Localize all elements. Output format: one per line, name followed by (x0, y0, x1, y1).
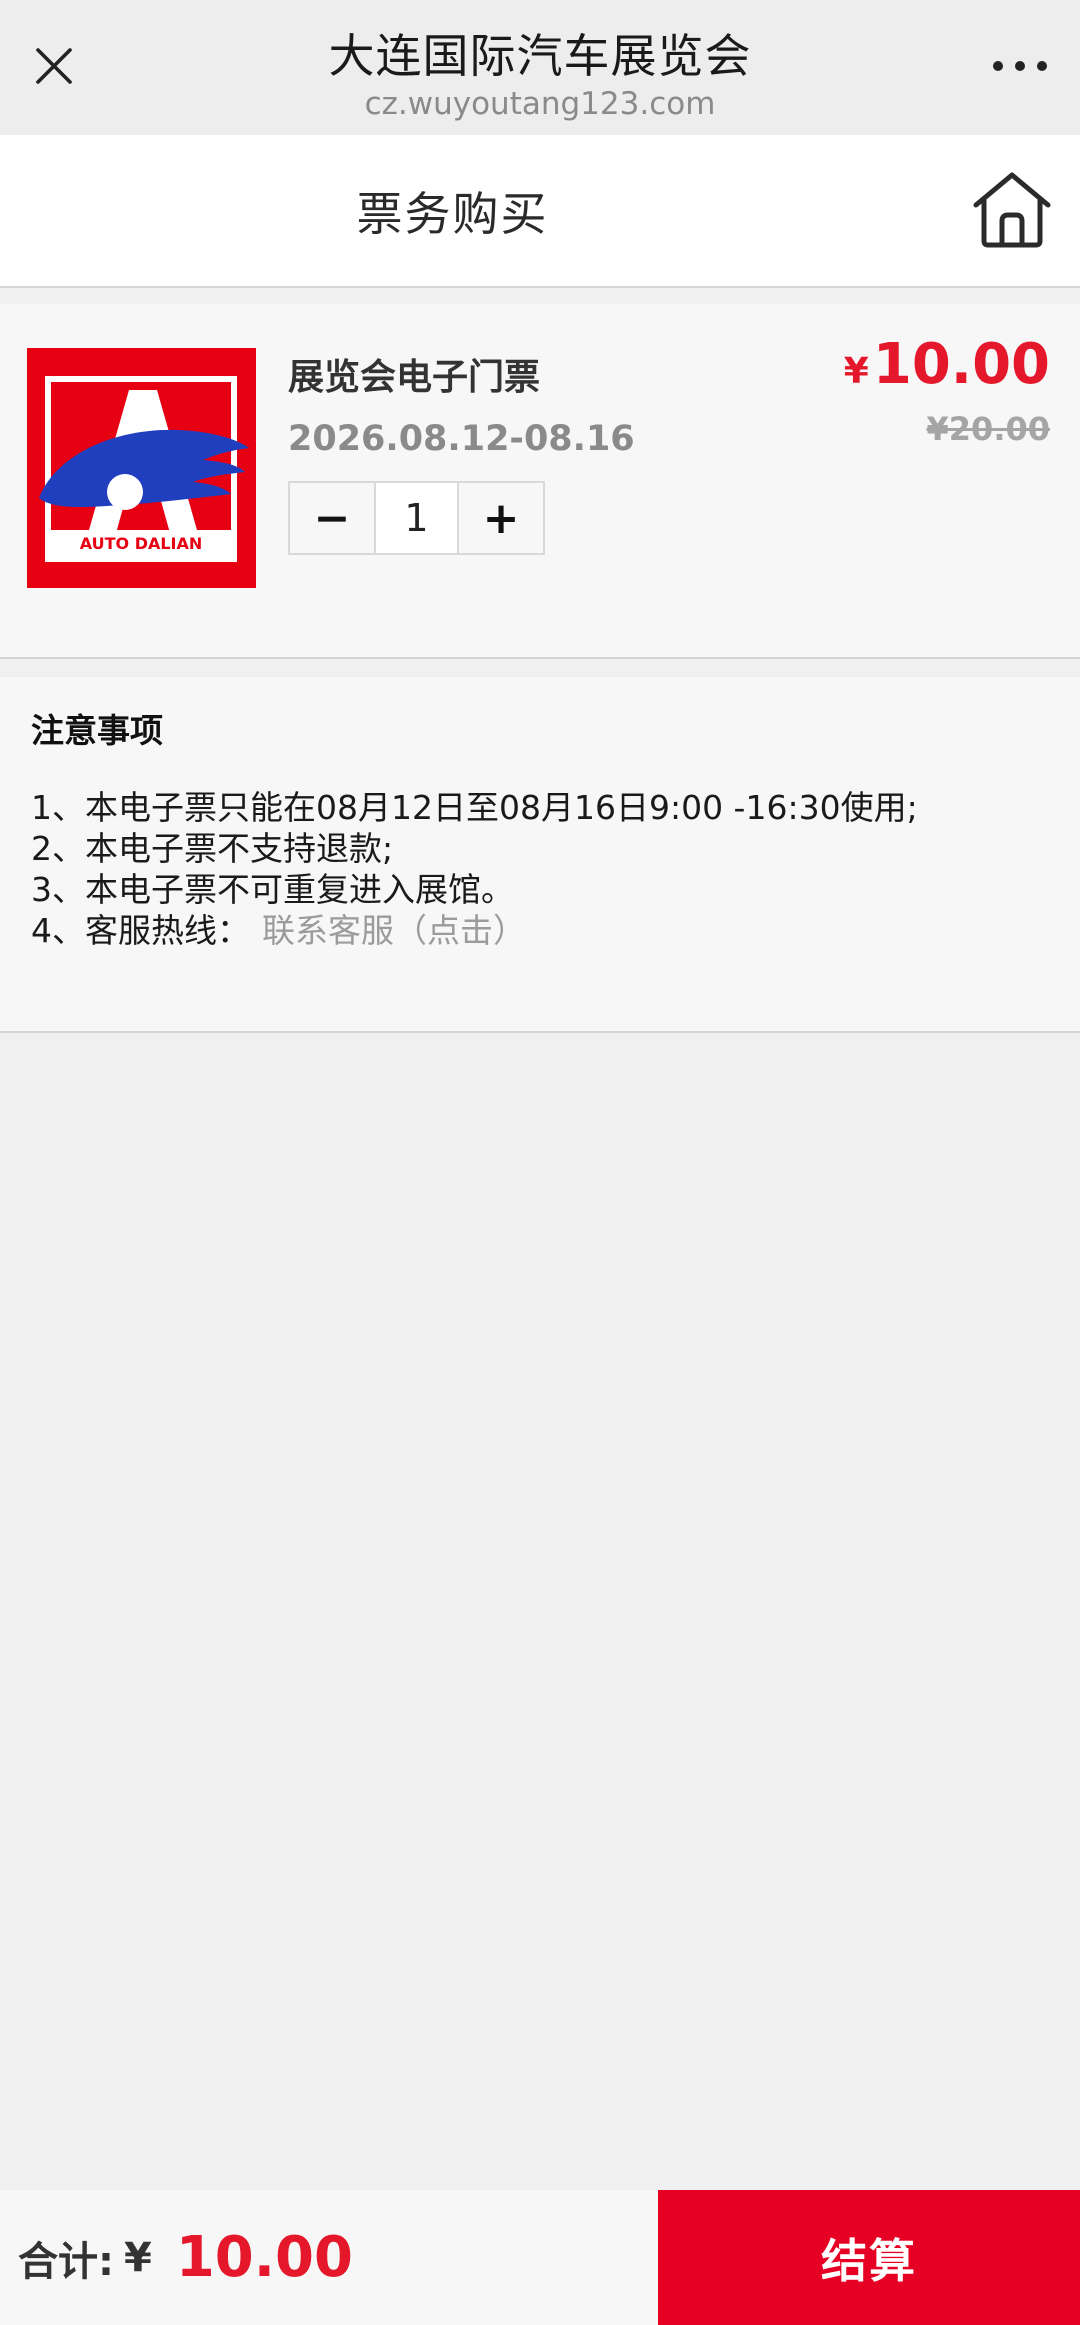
site-url: cz.wuyoutang123.com (364, 86, 716, 122)
more-dots-icon[interactable] (988, 44, 1052, 88)
original-price: ¥20.00 (926, 410, 1050, 448)
home-icon[interactable] (970, 169, 1054, 249)
total-value: 10.00 (175, 2225, 353, 2290)
page-header: 票务购买 (0, 135, 1080, 288)
note-hotline-label: 4、客服热线： (31, 911, 250, 950)
total-label: 合计: (18, 2238, 114, 2285)
quantity-field[interactable]: 1 (374, 483, 459, 553)
notes-heading: 注意事项 (31, 711, 163, 750)
note-item-hotline: 4、客服热线： 联系客服（点击） (31, 910, 918, 951)
price-value: 10.00 (872, 332, 1050, 397)
current-price: ¥10.00 (844, 332, 1050, 397)
checkout-button[interactable]: 结算 (658, 2190, 1080, 2325)
decrease-button[interactable]: − (290, 483, 374, 553)
product-name: 展览会电子门票 (288, 357, 541, 398)
increase-button[interactable]: + (459, 483, 543, 553)
note-item: 2、本电子票不支持退款; (31, 829, 394, 868)
order-total: 合计: ¥ 10.00 (18, 2190, 353, 2325)
contact-service-link[interactable]: 联系客服（点击） (262, 911, 526, 950)
notes-list: 1、本电子票只能在08月12日至08月16日9:00 -16:30使用; 2、本… (31, 787, 918, 951)
note-item: 3、本电子票不可重复进入展馆。 (31, 870, 514, 909)
note-item: 1、本电子票只能在08月12日至08月16日9:00 -16:30使用; (31, 788, 918, 827)
page-site-title: 大连国际汽车展览会 (328, 29, 752, 83)
auto-dalian-logo: AUTO DALIAN (27, 348, 256, 588)
quantity-stepper: − 1 + (288, 481, 545, 555)
checkout-bar: 合计: ¥ 10.00 结算 (0, 2190, 1080, 2325)
notes-section: 注意事项 1、本电子票只能在08月12日至08月16日9:00 -16:30使用… (0, 677, 1080, 1033)
browser-top-bar: 大连国际汽车展览会 cz.wuyoutang123.com (0, 0, 1080, 135)
svg-text:AUTO DALIAN: AUTO DALIAN (80, 534, 203, 553)
currency-symbol: ¥ (843, 351, 869, 392)
product-card: AUTO DALIAN 展览会电子门票 2026.08.12-08.16 − 1… (0, 304, 1080, 659)
page-title: 票务购买 (356, 187, 549, 241)
total-currency: ¥ (124, 2234, 152, 2281)
product-date: 2026.08.12-08.16 (288, 419, 635, 459)
